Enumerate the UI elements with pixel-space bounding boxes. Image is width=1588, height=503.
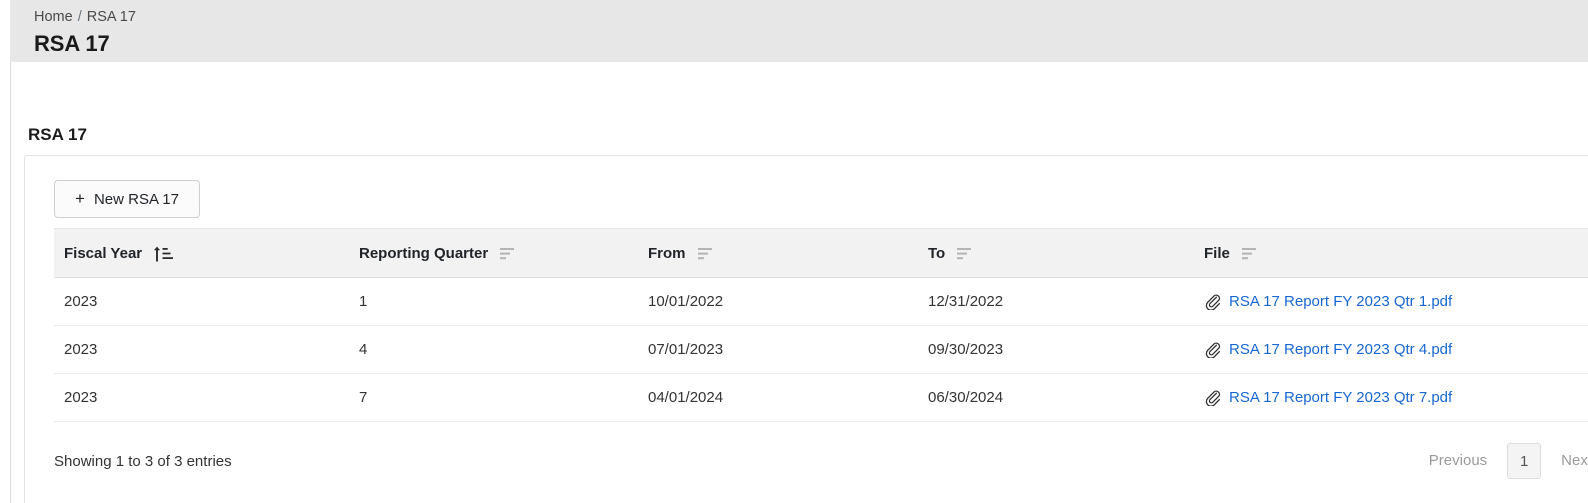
table-footer: Showing 1 to 3 of 3 entries Previous 1 N… (54, 421, 1588, 501)
cell-fiscal-year: 2023 (54, 325, 349, 374)
page-title: RSA 17 (34, 31, 110, 56)
breadcrumb-separator: / (77, 9, 82, 25)
paperclip-icon (1204, 341, 1221, 359)
cell-to: 06/30/2024 (918, 373, 1194, 422)
content-area: RSA 17 + New RSA 17 Fiscal Year Reportin… (10, 62, 1588, 503)
page-header: Home / RSA 17 RSA 17 (10, 0, 1588, 62)
pagination-next-button[interactable]: Next (1547, 444, 1588, 478)
pagination-page-1-button[interactable]: 1 (1507, 443, 1542, 479)
rsa-17-table: Fiscal Year Reporting Quarter From To Fi… (54, 228, 1588, 422)
new-rsa-17-button-label: New RSA 17 (93, 190, 179, 208)
pagination: Previous 1 Next (1415, 443, 1588, 479)
column-header-fiscal-year[interactable]: Fiscal Year (54, 228, 349, 278)
cell-from: 07/01/2023 (638, 325, 918, 374)
column-header-label: To (928, 244, 946, 262)
sort-icon[interactable] (499, 245, 519, 262)
cell-from: 10/01/2022 (638, 277, 918, 326)
cell-reporting-quarter: 7 (349, 373, 638, 422)
pagination-previous-button[interactable]: Previous (1415, 444, 1501, 478)
cell-file: RSA 17 Report FY 2023 Qtr 4.pdf (1194, 325, 1588, 374)
cell-file: RSA 17 Report FY 2023 Qtr 7.pdf (1194, 373, 1588, 422)
cell-to: 12/31/2022 (918, 277, 1194, 326)
plus-icon: + (75, 188, 85, 208)
cell-from: 04/01/2024 (638, 373, 918, 422)
cell-to: 09/30/2023 (918, 325, 1194, 374)
sort-ascending-icon[interactable] (153, 245, 174, 262)
cell-fiscal-year: 2023 (54, 277, 349, 326)
column-header-to[interactable]: To (918, 228, 1194, 278)
sort-icon[interactable] (1241, 245, 1261, 262)
column-header-from[interactable]: From (638, 228, 918, 278)
table-header: Fiscal Year Reporting Quarter From To Fi… (54, 228, 1588, 278)
column-header-label: File (1204, 244, 1230, 262)
showing-entries-text: Showing 1 to 3 of 3 entries (54, 452, 232, 470)
rsa-17-card: + New RSA 17 Fiscal Year Reporting Quart… (24, 155, 1588, 503)
paperclip-icon (1204, 389, 1221, 407)
file-link[interactable]: RSA 17 Report FY 2023 Qtr 7.pdf (1229, 389, 1452, 406)
cell-file: RSA 17 Report FY 2023 Qtr 1.pdf (1194, 277, 1588, 326)
breadcrumb-home-link[interactable]: Home (34, 9, 73, 25)
table-row: 2023 1 10/01/2022 12/31/2022 RSA 17 Repo… (54, 277, 1588, 326)
sort-icon[interactable] (956, 245, 976, 262)
column-header-label: Fiscal Year (64, 244, 143, 262)
sort-icon[interactable] (697, 245, 717, 262)
section-title: RSA 17 (28, 125, 87, 144)
new-rsa-17-button[interactable]: + New RSA 17 (54, 180, 200, 218)
table-row: 2023 4 07/01/2023 09/30/2023 RSA 17 Repo… (54, 325, 1588, 374)
cell-fiscal-year: 2023 (54, 373, 349, 422)
table-body: 2023 1 10/01/2022 12/31/2022 RSA 17 Repo… (54, 277, 1588, 422)
cell-reporting-quarter: 1 (349, 277, 638, 326)
file-link[interactable]: RSA 17 Report FY 2023 Qtr 4.pdf (1229, 341, 1452, 358)
column-header-label: From (648, 244, 686, 262)
table-header-row: Fiscal Year Reporting Quarter From To Fi… (54, 228, 1588, 278)
breadcrumb: Home / RSA 17 (34, 7, 1588, 27)
card-toolbar: + New RSA 17 (25, 156, 1588, 228)
paperclip-icon (1204, 293, 1221, 311)
column-header-reporting-quarter[interactable]: Reporting Quarter (349, 228, 638, 278)
file-link[interactable]: RSA 17 Report FY 2023 Qtr 1.pdf (1229, 293, 1452, 310)
column-header-file[interactable]: File (1194, 228, 1588, 278)
table-row: 2023 7 04/01/2024 06/30/2024 RSA 17 Repo… (54, 373, 1588, 422)
breadcrumb-current: RSA 17 (86, 9, 136, 25)
cell-reporting-quarter: 4 (349, 325, 638, 374)
column-header-label: Reporting Quarter (359, 244, 489, 262)
